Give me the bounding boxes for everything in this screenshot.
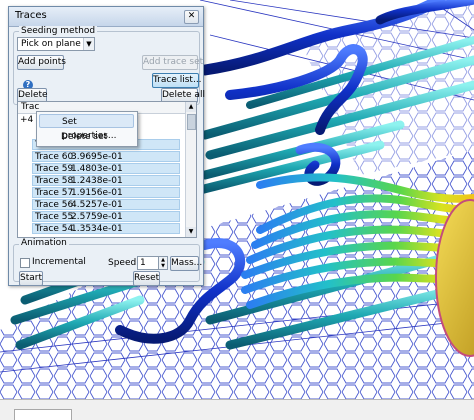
trace-value: 1.4803e-01: [71, 164, 123, 174]
scroll-up-icon[interactable]: ▲: [186, 102, 196, 112]
trace-value: 1.2438e-01: [71, 176, 123, 186]
table-row[interactable]: Trace 55 2.5759e-01: [32, 211, 180, 222]
table-row[interactable]: Trace 57 1.9156e-01: [32, 187, 180, 198]
table-row[interactable]: Trace 59 1.4803e-01: [32, 163, 180, 174]
table-row[interactable]: Trace 60 3.9695e-01: [32, 151, 180, 162]
trace-list-scrollbar[interactable]: ▲ ▼: [185, 102, 196, 237]
reset-button[interactable]: Reset: [133, 271, 160, 286]
bottom-bar: [0, 399, 474, 420]
menu-item-delete-set[interactable]: Delete set: [39, 130, 134, 144]
trace-list-button[interactable]: Trace list...: [152, 73, 202, 88]
trace-list-partial-row[interactable]: +4: [20, 115, 33, 125]
trace-name: Trace 54: [35, 224, 74, 234]
table-row[interactable]: Trace 56 4.5257e-01: [32, 199, 180, 210]
traces-dialog: Traces ✕ Seeding method Pick on plane ▼ …: [8, 6, 205, 286]
chevron-down-icon[interactable]: ▼: [83, 38, 94, 50]
spin-down-icon[interactable]: ▼: [159, 263, 167, 269]
trace-value: 3.9695e-01: [71, 152, 123, 162]
bottom-tab[interactable]: [14, 409, 72, 420]
speed-label: Speed: [108, 258, 137, 268]
trace-name: Trace 56: [35, 200, 74, 210]
animation-group-label: Animation: [19, 238, 69, 248]
seeding-group-label: Seeding method: [19, 26, 98, 36]
trace-value: 1.3534e-01: [71, 224, 123, 234]
add-points-button[interactable]: Add points: [17, 55, 66, 70]
speed-value: 1: [140, 258, 146, 268]
dialog-title: Traces: [15, 10, 47, 21]
speed-spinner[interactable]: ▲ ▼: [158, 256, 168, 270]
add-trace-set-button[interactable]: Add trace set: [142, 55, 203, 70]
trace-name: Trace 57: [35, 188, 74, 198]
trace-value: 2.5759e-01: [71, 212, 123, 222]
scroll-thumb[interactable]: [187, 114, 196, 130]
trace-list-partial-label: +4: [20, 115, 34, 125]
speed-input[interactable]: 1: [137, 256, 159, 270]
scroll-down-icon[interactable]: ▼: [186, 227, 196, 237]
trace-name: Trace 55: [35, 212, 74, 222]
incremental-checkbox[interactable]: [20, 258, 30, 268]
mass-button[interactable]: Mass...: [170, 256, 202, 271]
trace-name: Trace 59: [35, 164, 74, 174]
table-row[interactable]: Trace 58 1.2438e-01: [32, 175, 180, 186]
seeding-method-value: Pick on plane: [21, 39, 81, 49]
menu-item-set-properties[interactable]: Set properties...: [39, 114, 134, 141]
close-icon[interactable]: ✕: [184, 10, 199, 24]
start-button[interactable]: Start: [19, 271, 43, 286]
seeding-method-select[interactable]: Pick on plane ▼: [17, 37, 95, 51]
trace-value: 4.5257e-01: [71, 200, 123, 210]
trace-value: 1.9156e-01: [71, 188, 123, 198]
context-menu: Set properties... Delete set: [36, 111, 138, 147]
dialog-titlebar[interactable]: Traces ✕: [9, 7, 203, 27]
table-row[interactable]: Trace 54 1.3534e-01: [32, 223, 180, 234]
incremental-label: Incremental: [32, 257, 86, 267]
trace-name: Trace 60: [35, 152, 74, 162]
trace-rows: Trace 617.6600e-01 Trace 603.9695e-01 Tr…: [18, 139, 185, 235]
trace-name: Trace 58: [35, 176, 74, 186]
